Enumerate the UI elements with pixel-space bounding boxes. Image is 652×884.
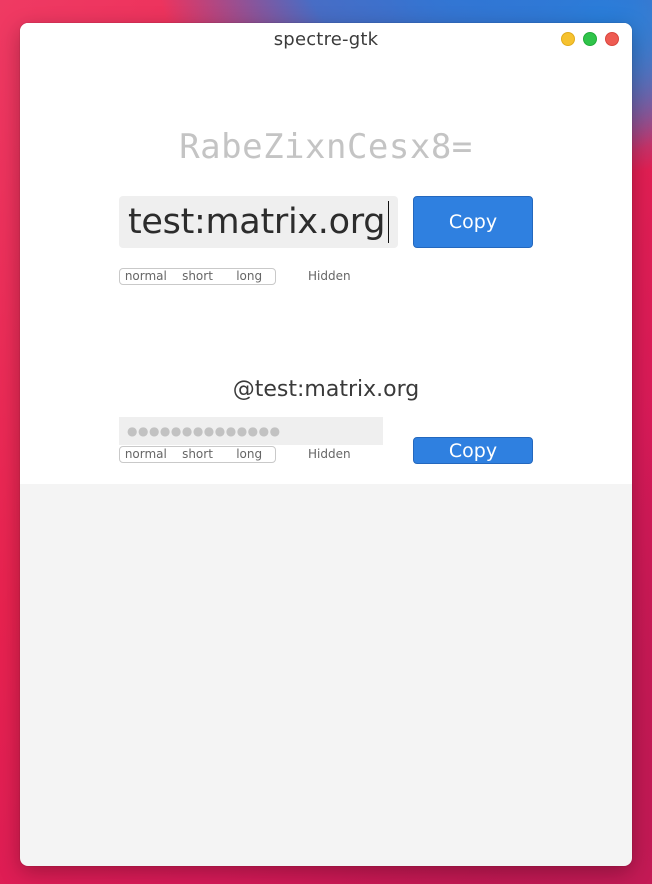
login-name: @test:matrix.org — [232, 377, 420, 402]
masked-password: ●●●●●●●●●●●●●● — [127, 424, 281, 438]
login-hidden-toggle[interactable]: Hidden — [308, 447, 351, 461]
text-caret — [388, 201, 389, 243]
maximize-button[interactable] — [583, 32, 597, 46]
close-button[interactable] — [605, 32, 619, 46]
password-type-selector: normal short long — [119, 268, 276, 285]
type-long-option[interactable]: long — [223, 269, 275, 284]
type-short-option[interactable]: short — [172, 269, 224, 284]
site-name-input[interactable]: test:matrix.org — [119, 196, 398, 248]
copy-login-button[interactable]: Copy — [413, 437, 533, 464]
window-title: spectre-gtk — [273, 29, 379, 50]
generated-password: RabeZixnCesx8= — [179, 127, 473, 167]
copy-password-button[interactable]: Copy — [413, 196, 533, 248]
login-password-field[interactable]: ●●●●●●●●●●●●●● — [119, 417, 383, 445]
login-type-short-option[interactable]: short — [172, 447, 224, 462]
login-type-normal-option[interactable]: normal — [120, 447, 172, 462]
login-type-long-option[interactable]: long — [223, 447, 275, 462]
main-panel: spectre-gtk RabeZixnCesx8= test:matrix.o… — [20, 23, 632, 484]
hidden-toggle[interactable]: Hidden — [308, 269, 351, 283]
app-window: spectre-gtk RabeZixnCesx8= test:matrix.o… — [20, 23, 632, 866]
minimize-button[interactable] — [561, 32, 575, 46]
site-name-value: test:matrix.org — [128, 202, 386, 242]
type-normal-option[interactable]: normal — [120, 269, 172, 284]
login-type-selector: normal short long — [119, 446, 276, 463]
